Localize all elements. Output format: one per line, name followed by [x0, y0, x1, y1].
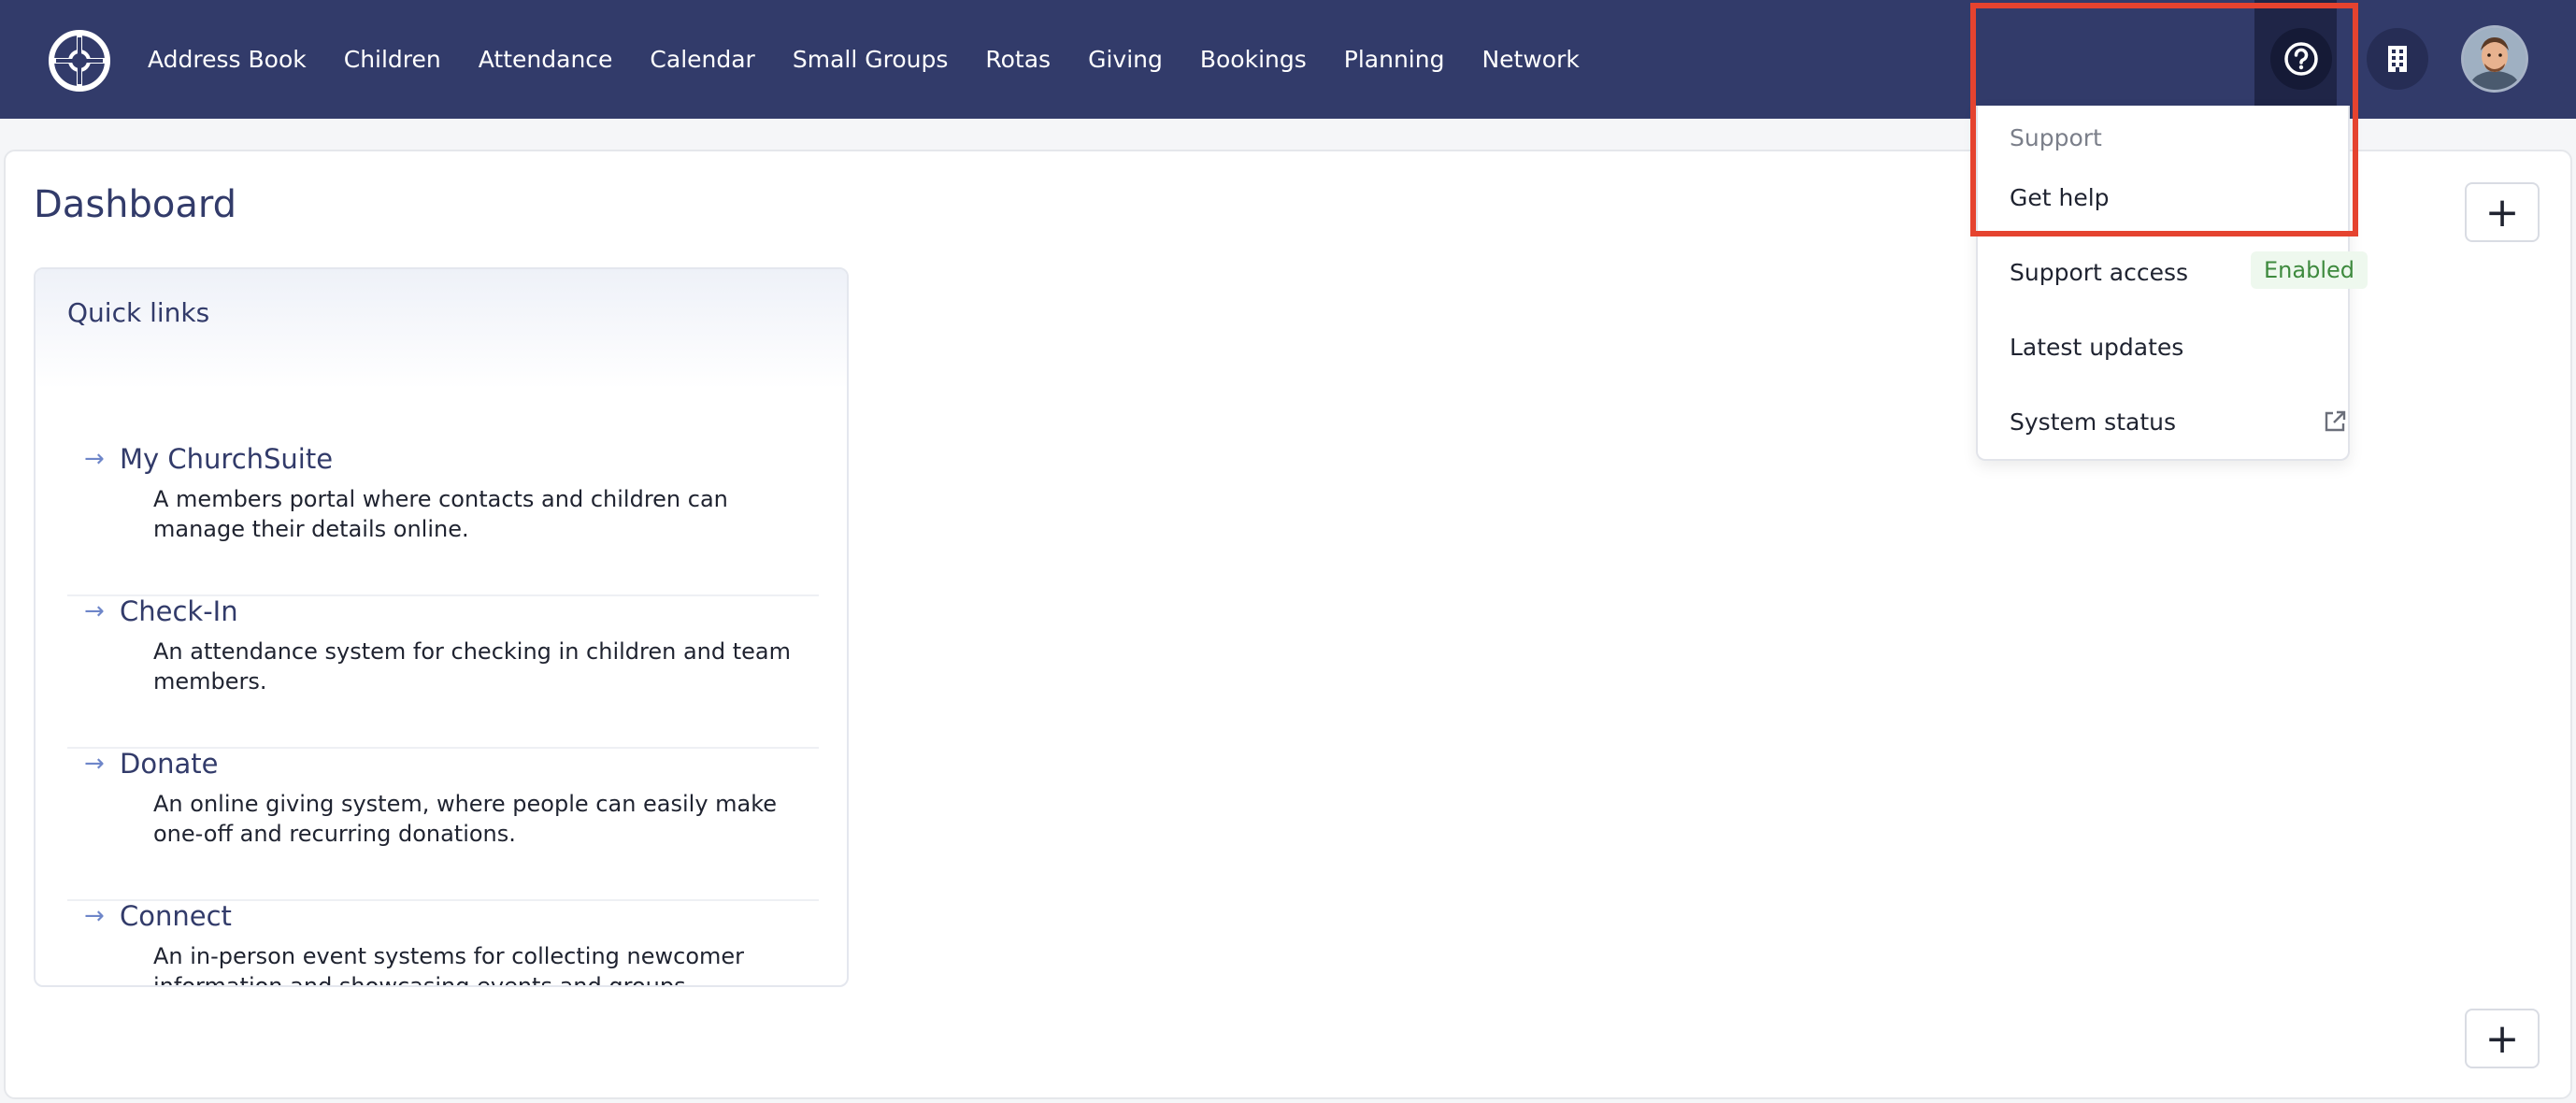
quick-link-check-in[interactable]: Check-In	[120, 595, 238, 627]
support-access-menu-item[interactable]: Support access Enabled	[2010, 251, 2368, 289]
quick-link-description: An attendance system for checking in chi…	[153, 638, 792, 695]
nav-giving[interactable]: Giving	[1088, 46, 1163, 73]
quick-link-description: An in-person event systems for collectin…	[153, 943, 745, 987]
arrow-right-icon: →	[84, 597, 105, 625]
nav-rotas[interactable]: Rotas	[985, 46, 1051, 73]
nav-children[interactable]: Children	[344, 46, 441, 73]
nav-address-book[interactable]: Address Book	[148, 46, 307, 73]
quick-link-description: An online giving system, where people ca…	[153, 791, 778, 847]
quick-link-item: → Check-In An attendance system for chec…	[67, 595, 819, 749]
arrow-right-icon: →	[84, 445, 105, 473]
quick-link-connect[interactable]: Connect	[120, 900, 232, 932]
avatar-face-icon	[2464, 28, 2526, 90]
nav-attendance[interactable]: Attendance	[479, 46, 613, 73]
quick-link-description: A members portal where contacts and chil…	[153, 486, 728, 542]
nav-network[interactable]: Network	[1481, 46, 1579, 73]
quick-link-item: → Connect An in-person event systems for…	[67, 900, 819, 987]
nav-bookings[interactable]: Bookings	[1200, 46, 1307, 73]
building-icon	[2388, 46, 2407, 72]
quick-link-my-churchsuite[interactable]: My ChurchSuite	[120, 443, 333, 475]
support-menu-label: Support	[2010, 124, 2102, 151]
support-dropdown-menu: Support Get help Support access Enabled …	[1976, 106, 2368, 461]
quick-links-title: Quick links	[67, 297, 210, 328]
quick-links-header: Quick links	[36, 269, 847, 389]
help-button[interactable]	[2270, 28, 2332, 90]
nav-calendar[interactable]: Calendar	[650, 46, 754, 73]
quick-link-donate[interactable]: Donate	[120, 748, 218, 780]
quick-links-card: Quick links → My ChurchSuite A members p…	[34, 267, 849, 987]
arrow-right-icon: →	[84, 750, 105, 778]
system-status-menu-item[interactable]: System status	[2010, 408, 2346, 436]
page-title: Dashboard	[34, 183, 237, 226]
get-help-menu-item[interactable]: Get help	[2010, 184, 2110, 211]
top-navigation-bar: Address Book Children Attendance Calenda…	[0, 0, 2576, 119]
external-link-icon	[2325, 410, 2346, 432]
main-nav: Address Book Children Attendance Calenda…	[148, 0, 1617, 119]
latest-updates-menu-item[interactable]: Latest updates	[2010, 334, 2183, 361]
user-avatar[interactable]	[2464, 28, 2526, 90]
building-button[interactable]	[2367, 28, 2428, 90]
add-widget-button-top[interactable]: +	[2465, 182, 2540, 242]
nav-small-groups[interactable]: Small Groups	[793, 46, 949, 73]
arrow-right-icon: →	[84, 902, 105, 930]
nav-planning[interactable]: Planning	[1344, 46, 1445, 73]
support-access-label: Support access	[2010, 259, 2189, 286]
system-status-label: System status	[2010, 408, 2176, 436]
quick-link-item: → My ChurchSuite A members portal where …	[67, 443, 819, 596]
churchsuite-logo-icon[interactable]	[49, 30, 110, 92]
add-widget-button-bottom[interactable]: +	[2465, 1009, 2540, 1068]
quick-link-item: → Donate An online giving system, where …	[67, 748, 819, 901]
question-circle-icon	[2284, 42, 2318, 76]
status-badge: Enabled	[2251, 251, 2368, 289]
